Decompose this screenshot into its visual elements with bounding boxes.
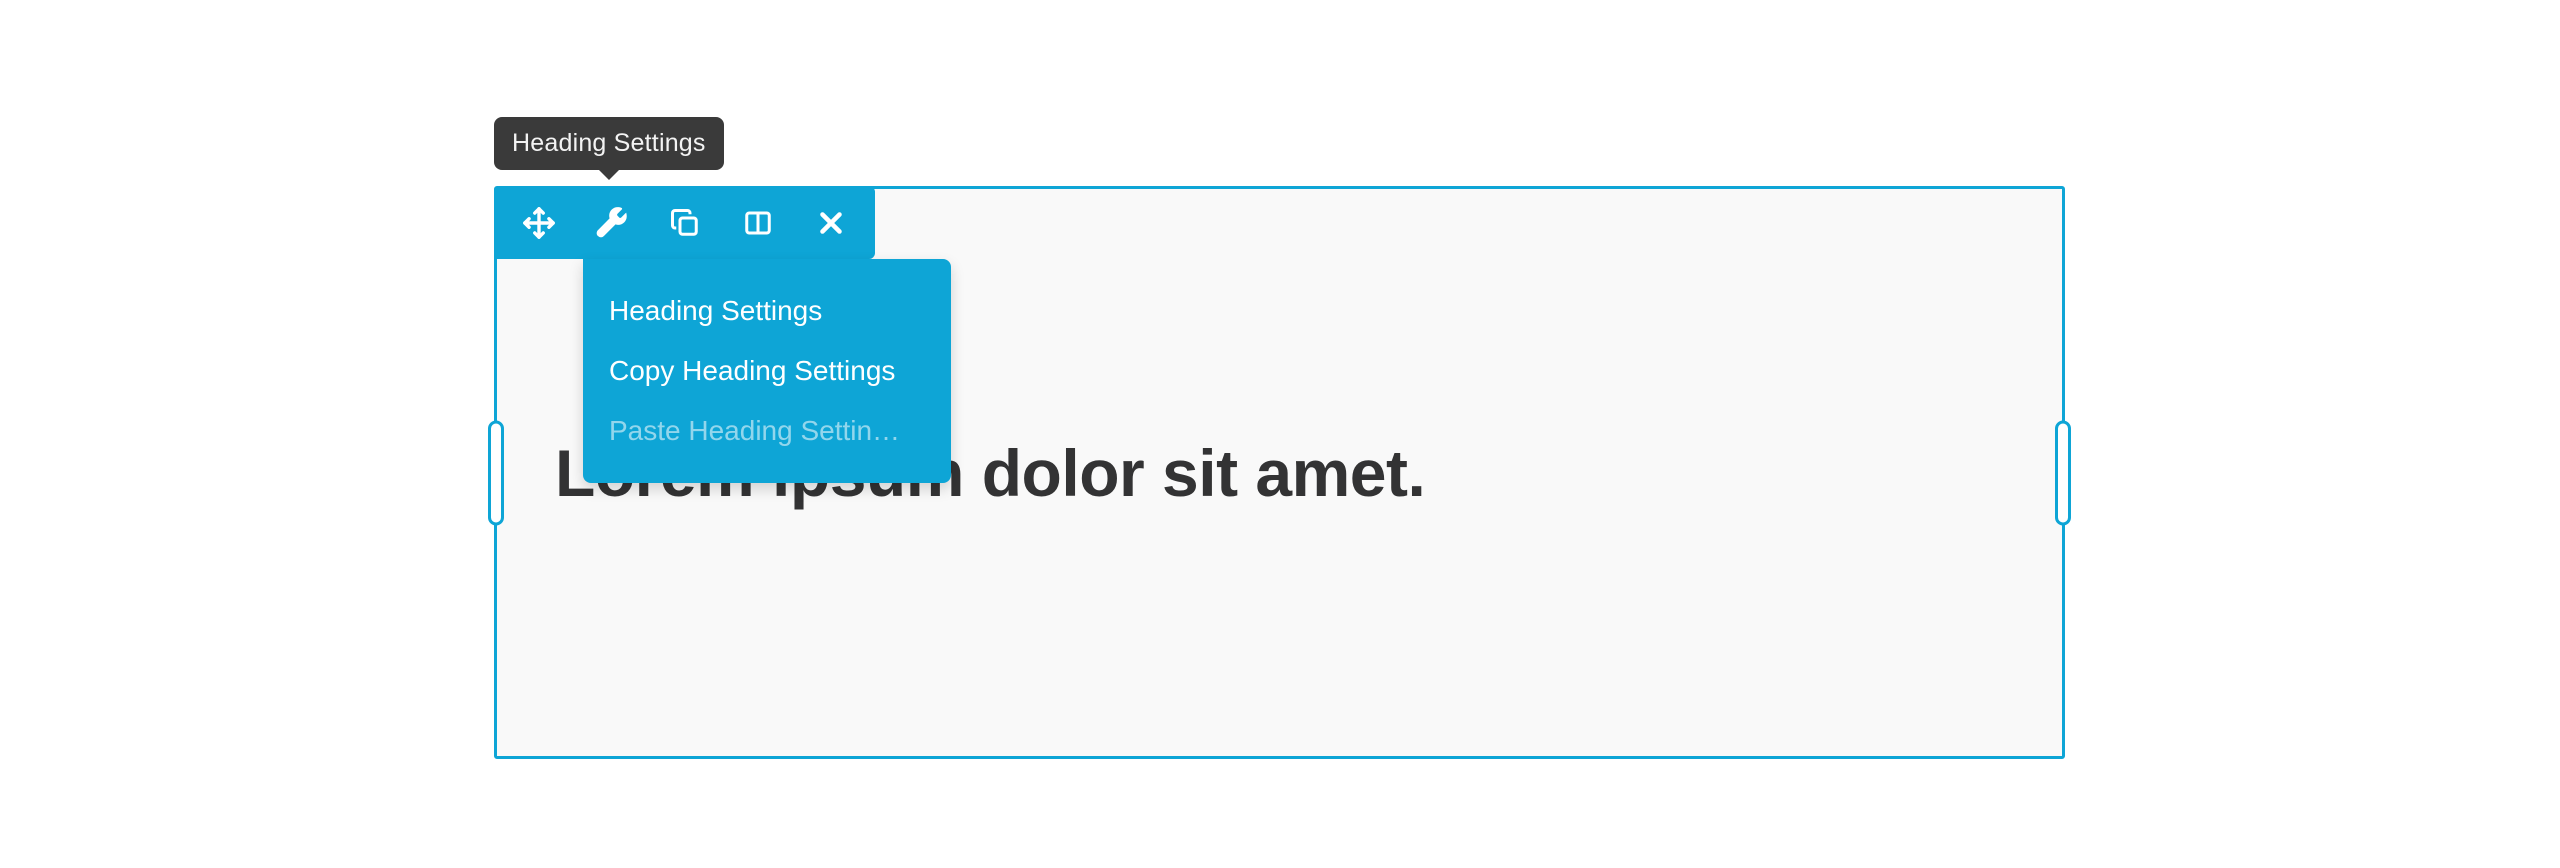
selected-row[interactable]: Lorem ipsum dolor sit amet. Heading Sett… (494, 186, 2065, 759)
move-icon (522, 206, 556, 240)
dropdown-item-paste-settings: Paste Heading Settin… (583, 401, 951, 461)
settings-button[interactable] (575, 186, 648, 259)
resize-handle-left[interactable] (488, 420, 504, 525)
wrench-icon (595, 206, 629, 240)
delete-button[interactable] (794, 186, 867, 259)
duplicate-button[interactable] (648, 186, 721, 259)
tooltip-heading-settings: Heading Settings (494, 117, 724, 170)
settings-dropdown: Heading Settings Copy Heading Settings P… (583, 259, 951, 483)
editor-stage: Lorem ipsum dolor sit amet. Heading Sett… (0, 0, 2560, 868)
close-icon (814, 206, 848, 240)
module-toolbar (494, 186, 875, 259)
dropdown-item-heading-settings[interactable]: Heading Settings (583, 281, 951, 341)
resize-handle-right[interactable] (2055, 420, 2071, 525)
move-button[interactable] (502, 186, 575, 259)
columns-button[interactable] (721, 186, 794, 259)
tooltip-text: Heading Settings (512, 129, 706, 157)
copy-icon (670, 208, 700, 238)
columns-icon (743, 208, 773, 238)
dropdown-item-copy-settings[interactable]: Copy Heading Settings (583, 341, 951, 401)
